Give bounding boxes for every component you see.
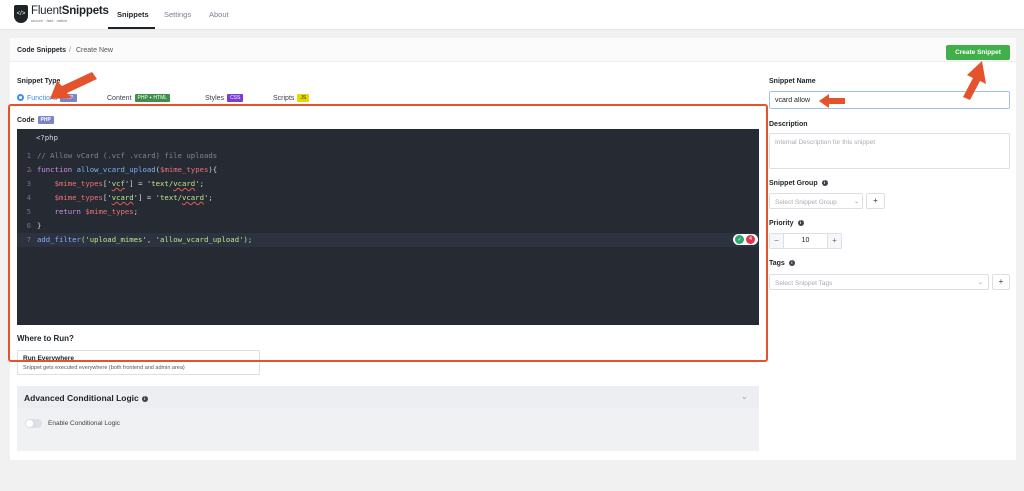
chevron-down-icon: ⌄ <box>978 280 984 286</box>
type-option-styles[interactable]: Styles CSS <box>205 94 244 104</box>
annotation-arrow-icon <box>50 72 97 99</box>
snippet-group-select[interactable]: Select Snippet Group ⌄ <box>769 193 863 209</box>
type-option-scripts[interactable]: Scripts JS <box>273 94 310 104</box>
tab-about[interactable]: About <box>209 10 229 19</box>
shield-logo-icon: </> <box>14 5 28 23</box>
css-badge: CSS <box>227 94 244 102</box>
snippet-name-label: Snippet Name <box>769 78 816 85</box>
fluent-snippets-logo[interactable]: </> FluentSnippets secure · fast · nativ… <box>14 5 134 25</box>
create-snippet-button[interactable]: Create Snippet <box>946 45 1010 60</box>
annotation-arrow-icon <box>963 61 986 100</box>
breadcrumb-root[interactable]: Code Snippets <box>17 47 66 54</box>
snippet-group-placeholder: Select Snippet Group <box>775 199 837 206</box>
description-input[interactable] <box>769 133 1010 169</box>
conditional-logic-toggle-label: Enable Conditional Logic <box>48 420 120 427</box>
info-icon[interactable]: i <box>141 396 148 402</box>
priority-decrement-button[interactable]: − <box>770 234 784 248</box>
info-icon[interactable]: i <box>797 220 804 226</box>
tab-snippets[interactable]: Snippets <box>117 10 149 19</box>
php-html-badge: PHP + HTML <box>134 94 171 102</box>
snippet-group-label: Snippet Group i <box>769 180 828 187</box>
priority-label: Priority i <box>769 220 804 227</box>
tags-placeholder: Select Snippet Tags <box>775 280 833 287</box>
add-tag-button[interactable]: + <box>992 274 1010 290</box>
description-label: Description <box>769 121 808 128</box>
advanced-conditional-logic-panel: Advanced Conditional Logic i ⌄ Enable Con… <box>17 386 759 451</box>
logo-tagline: secure · fast · native <box>31 18 68 23</box>
chevron-down-icon[interactable]: ⌄ <box>741 392 748 401</box>
chevron-down-icon: ⌄ <box>854 199 860 205</box>
run-location-description: Snippet gets executed everywhere (both f… <box>23 365 185 371</box>
js-badge: JS <box>297 94 310 102</box>
logo-name: FluentSnippets <box>31 5 109 17</box>
priority-value[interactable]: 10 <box>784 237 827 244</box>
add-group-button[interactable]: + <box>866 193 885 209</box>
type-option-content[interactable]: Content PHP + HTML <box>107 94 171 104</box>
advanced-conditional-logic-title: Advanced Conditional Logic i <box>24 393 148 403</box>
tags-select[interactable]: Select Snippet Tags ⌄ <box>769 274 989 290</box>
priority-stepper[interactable]: − 10 + <box>769 233 842 249</box>
advanced-conditional-logic-header[interactable]: Advanced Conditional Logic i ⌄ <box>17 386 759 408</box>
tags-label: Tags i <box>769 260 795 267</box>
active-tab-indicator <box>108 27 155 29</box>
breadcrumb: Code Snippets / Create New <box>10 38 1016 62</box>
top-navigation: </> FluentSnippets secure · fast · nativ… <box>0 0 1024 30</box>
breadcrumb-current: Create New <box>76 47 113 54</box>
tab-settings[interactable]: Settings <box>164 10 191 19</box>
conditional-logic-toggle[interactable] <box>25 419 42 428</box>
radio-selected-icon <box>17 94 24 101</box>
annotation-arrow-icon <box>819 94 845 108</box>
info-icon[interactable]: i <box>821 180 828 186</box>
breadcrumb-separator: / <box>69 47 71 54</box>
info-icon[interactable]: i <box>788 260 795 266</box>
annotation-highlight-box <box>8 104 768 362</box>
priority-increment-button[interactable]: + <box>827 234 841 248</box>
